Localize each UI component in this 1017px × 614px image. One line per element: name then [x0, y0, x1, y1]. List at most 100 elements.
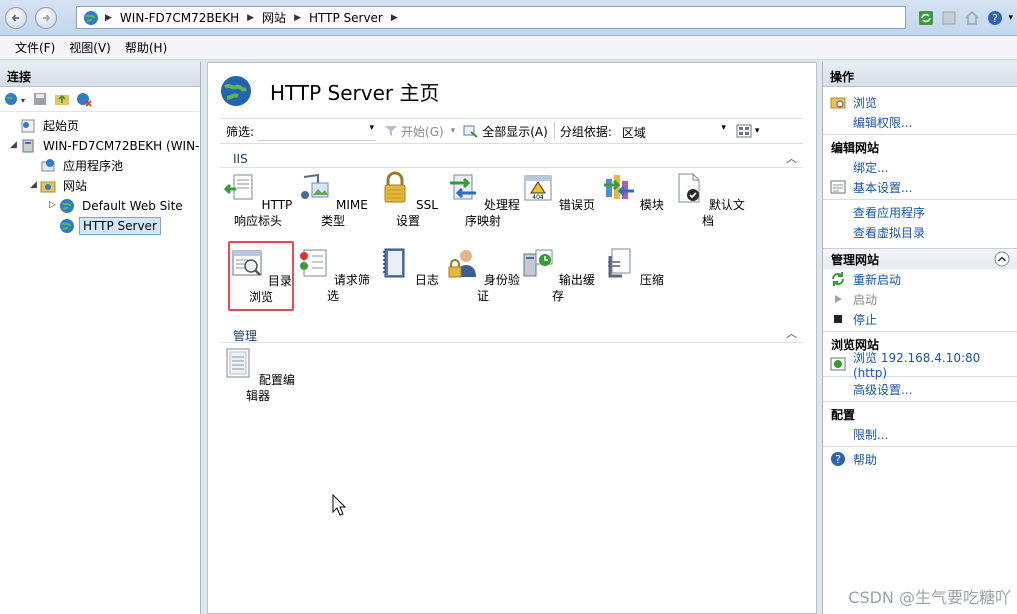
expander-server[interactable]: ◢: [10, 140, 17, 150]
configure-heading: 配置: [831, 407, 856, 422]
connections-toolbar: ▾: [0, 87, 200, 112]
back-button[interactable]: [5, 7, 27, 29]
feature-modules[interactable]: 模块: [596, 171, 670, 213]
action-stop[interactable]: 停止: [823, 309, 1017, 329]
action-basic-settings[interactable]: 基本设置...: [823, 177, 1017, 197]
action-explore[interactable]: 浏览: [823, 92, 1017, 112]
filter-label: 筛选:: [226, 124, 255, 139]
feature-error-pages[interactable]: 404 错误页: [521, 171, 595, 213]
default-document-icon: [678, 173, 700, 203]
section-iis[interactable]: IIS ︿: [220, 152, 803, 168]
menu-file[interactable]: 文件(F): [8, 39, 62, 56]
address-field[interactable]: ▶ WIN-FD7CM72BEKH ▶ 网站 ▶ HTTP Server ▶: [76, 6, 906, 29]
tree-item-http-server[interactable]: HTTP Server: [59, 216, 161, 235]
feature-configuration-editor[interactable]: 配置编辑器: [221, 346, 295, 404]
collapse-iis-icon[interactable]: ︿: [786, 150, 797, 166]
explore-folder-icon: [830, 97, 846, 109]
action-bindings[interactable]: 绑定...: [823, 157, 1017, 177]
stop-button[interactable]: [939, 8, 959, 28]
mime-types-icon: [301, 173, 329, 199]
feature-handler-mappings[interactable]: 处理程序映射: [446, 171, 520, 229]
globe-icon: [84, 10, 98, 25]
edit-site-heading: 编辑网站: [831, 140, 880, 155]
feature-default-document[interactable]: 默认文档: [671, 171, 745, 229]
tree-item-app-pools[interactable]: 应用程序池: [40, 156, 126, 175]
features-view: HTTP Server 主页 筛选: 开始(G) ▾ 全部显示(A) 分组依据:…: [207, 62, 817, 614]
feature-directory-browsing[interactable]: 目录浏览: [228, 241, 294, 311]
tree-item-start-page[interactable]: 起始页: [20, 116, 82, 135]
feature-logging[interactable]: 日志: [371, 246, 445, 288]
features-panel: HTTP Server 主页 筛选: 开始(G) ▾ 全部显示(A) 分组依据:…: [207, 62, 817, 614]
menu-view[interactable]: 视图(V): [62, 39, 118, 56]
breadcrumb-sites[interactable]: ▶ 网站: [247, 9, 286, 26]
start-page-icon: [21, 119, 35, 132]
menu-help[interactable]: 帮助(H): [118, 39, 174, 56]
action-browse-url[interactable]: 浏览 192.168.4.10:80 (http): [823, 351, 1017, 380]
group-by-select[interactable]: 区域: [618, 121, 728, 141]
action-advanced-settings[interactable]: 高级设置...: [823, 379, 1017, 399]
restart-icon: [832, 272, 844, 286]
action-view-applications[interactable]: 查看应用程序: [823, 202, 1017, 222]
view-mode-button[interactable]: ▾: [736, 124, 759, 138]
toolbar-right: ? ▾: [916, 5, 1017, 30]
actions-pane: 操作 浏览 编辑权限... 编辑网站 绑定... 基本设置... 查看应用程序 …: [822, 62, 1017, 614]
configuration-editor-icon: [226, 348, 250, 378]
tree-item-sites[interactable]: 网站: [40, 176, 90, 195]
feature-compression[interactable]: 压缩: [596, 246, 670, 288]
action-edit-permissions[interactable]: 编辑权限...: [823, 112, 1017, 132]
output-caching-icon: [523, 249, 553, 277]
tree-item-server[interactable]: WIN-FD7CM72BEKH (WIN-: [20, 136, 202, 155]
action-help[interactable]: ? 帮助: [823, 449, 1017, 469]
action-limits[interactable]: 限制...: [823, 424, 1017, 444]
basic-settings-icon: [830, 180, 846, 194]
modules-icon: [604, 175, 635, 199]
breadcrumb-more[interactable]: ▶: [391, 13, 406, 23]
go-button[interactable]: 开始(G) ▾: [384, 123, 455, 140]
site-globe-icon: [221, 76, 251, 106]
home-button[interactable]: [962, 8, 982, 28]
actions-group-top: 浏览 编辑权限... 编辑网站 绑定... 基本设置... 查看应用程序 查看虚…: [823, 92, 1017, 242]
feature-output-caching[interactable]: 输出缓存: [521, 246, 595, 304]
section-management[interactable]: 管理 ︿: [220, 327, 803, 343]
disconnect-icon[interactable]: [76, 91, 92, 107]
tree-item-default-site[interactable]: Default Web Site: [59, 196, 186, 215]
start-play-icon: [835, 295, 842, 303]
go-dropdown-arrow[interactable]: ▾: [451, 126, 456, 136]
collapse-chevron-icon[interactable]: [994, 251, 1010, 267]
feature-ssl-settings[interactable]: SSL 设置: [371, 171, 445, 229]
feature-request-filtering[interactable]: 请求筛选: [296, 246, 370, 304]
up-folder-icon[interactable]: [54, 91, 70, 107]
breadcrumb-http-server[interactable]: ▶ HTTP Server: [294, 11, 383, 25]
http-response-headers-icon: [223, 174, 253, 200]
save-icon[interactable]: [32, 91, 48, 107]
collapse-management-icon[interactable]: ︿: [786, 325, 797, 341]
filter-input[interactable]: [258, 121, 377, 141]
forward-button[interactable]: [35, 7, 57, 29]
breadcrumb-server[interactable]: ▶ WIN-FD7CM72BEKH: [105, 11, 239, 25]
watermark: CSDN @生气要吃糖吖: [848, 588, 1011, 607]
page-title: HTTP Server 主页: [270, 81, 440, 105]
connections-tree: 起始页 ◢ WIN-FD7CM72BEKH (WIN- 应用程序池 ◢ 网站 ▷…: [0, 112, 200, 235]
stop-icon: [942, 11, 956, 24]
feature-http-response-headers[interactable]: HTTP 响应标头: [221, 171, 295, 229]
help-icon: ?: [988, 10, 1003, 25]
help-icon: ?: [831, 452, 845, 466]
refresh-button[interactable]: [916, 8, 936, 28]
menu-bar: 文件(F) 视图(V) 帮助(H): [0, 36, 1017, 60]
action-restart[interactable]: 重新启动: [823, 269, 1017, 289]
expander-sites[interactable]: ◢: [30, 180, 37, 190]
show-all-button[interactable]: 全部显示(A): [463, 123, 548, 140]
action-start[interactable]: 启动: [823, 289, 1017, 309]
authentication-icon: [448, 250, 477, 278]
help-dropdown-arrow[interactable]: ▾: [1008, 13, 1013, 23]
filter-bar: 筛选: 开始(G) ▾ 全部显示(A) 分组依据: 区域 ▾: [220, 118, 803, 144]
expander-default-site[interactable]: ▷: [49, 200, 56, 210]
feature-mime-types[interactable]: MIME 类型: [296, 171, 370, 229]
globe-icon: [60, 198, 74, 213]
back-arrow-icon: [11, 14, 19, 22]
feature-authentication[interactable]: 身份验证: [446, 246, 520, 304]
connect-icon[interactable]: ▾: [4, 91, 26, 107]
action-view-virtual-directories[interactable]: 查看虚拟目录: [823, 222, 1017, 242]
logging-icon: [383, 248, 405, 278]
help-button[interactable]: ?: [985, 8, 1005, 28]
